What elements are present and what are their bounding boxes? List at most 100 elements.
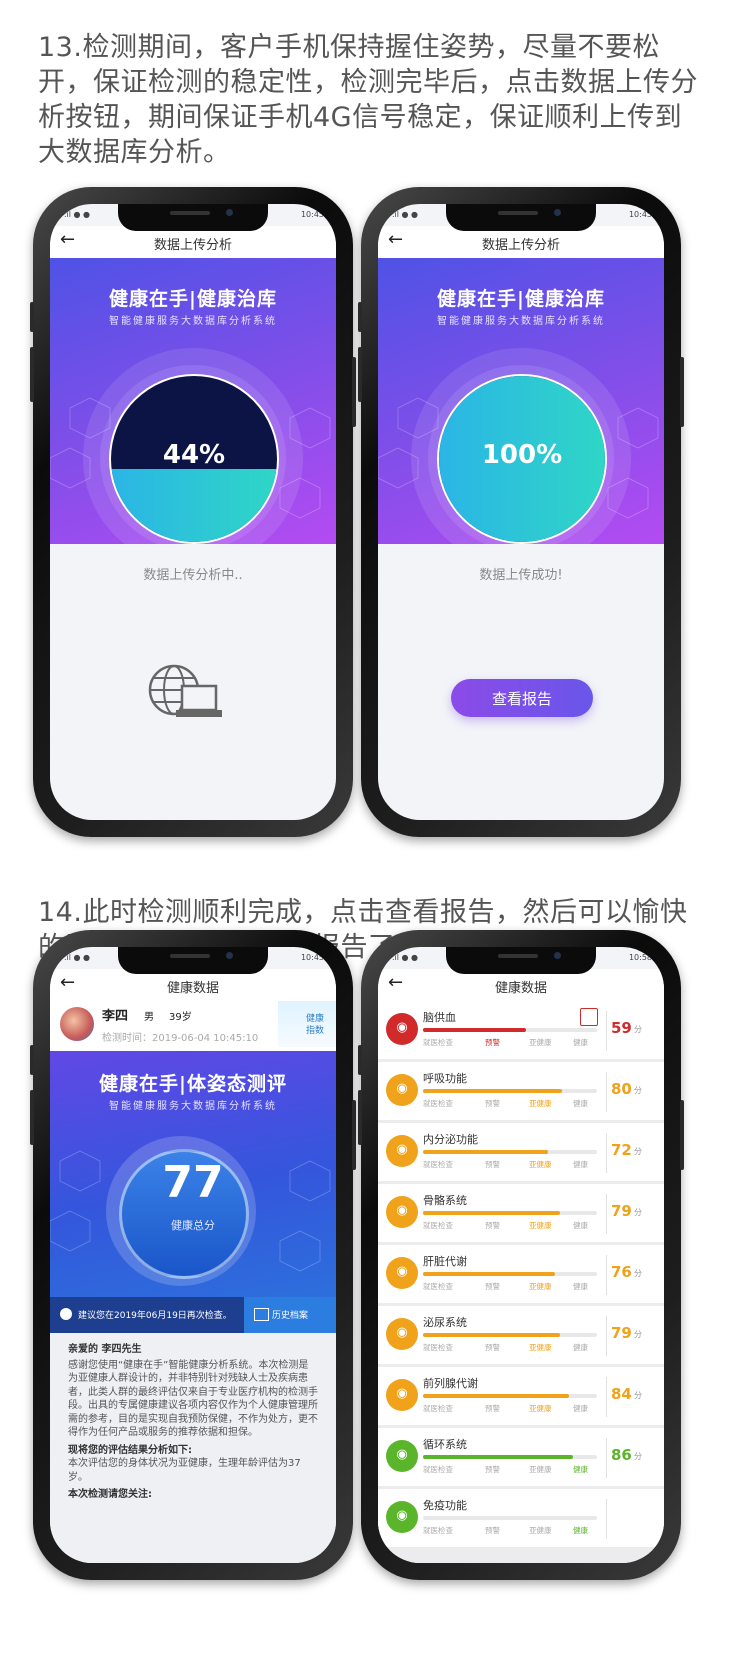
health-item-bar: [423, 1272, 556, 1276]
brain-icon: ◉: [386, 1013, 418, 1045]
scale-label: 就医检查: [423, 1343, 453, 1352]
scale-label: 预警: [485, 1221, 500, 1230]
score-unit: 分: [634, 1269, 642, 1278]
report-result: 本次评估您的身体状况为亚健康，生理年龄评估为37岁。: [68, 1458, 301, 1483]
status-time: 10:58: [628, 953, 652, 962]
report-intro: 感谢您使用“健康在手”智能健康分析系统。本次检测是为亚健康人群设计的，并非特别针…: [68, 1359, 318, 1439]
notch: [446, 204, 596, 231]
scale-label: 就医检查: [423, 1099, 453, 1108]
health-index-badge[interactable]: 健康指数: [278, 1001, 336, 1047]
scale-label: 亚健康: [529, 1099, 552, 1108]
health-item-row[interactable]: ◉ 循环系统 就医检查 预警 亚健康 健康 86 分: [378, 1428, 664, 1486]
report-greeting: 亲爱的 李四先生: [68, 1344, 142, 1355]
health-item-row[interactable]: ◉ 前列腺代谢 就医检查 预警 亚健康 健康 84 分: [378, 1367, 664, 1425]
health-item-name: 骨骼系统: [423, 1194, 467, 1207]
scale-label: 预警: [485, 1526, 500, 1535]
health-item-score: 79: [611, 1324, 632, 1342]
recheck-icon: [60, 1308, 72, 1320]
scale-label: 就医检查: [423, 1221, 453, 1230]
history-button[interactable]: 历史档案: [244, 1297, 336, 1333]
page-title: 健康数据: [166, 981, 219, 996]
scale-label: 健康: [573, 1099, 588, 1108]
scale-label: 亚健康: [529, 1038, 552, 1047]
history-label: 历史档案: [272, 1311, 309, 1321]
signal-icon: .ıl ● ●: [392, 953, 419, 962]
score-banner: 健康在手|体姿态测评 智能健康服务大数据库分析系统 77 健康总分: [50, 1051, 336, 1297]
progress-percent: 44%: [162, 440, 226, 470]
health-score-label: 健康总分: [171, 1219, 215, 1232]
health-item-name: 呼吸功能: [423, 1072, 467, 1085]
health-item-row[interactable]: ◉ 肝脏代谢 就医检查 预警 亚健康 健康 76 分: [378, 1245, 664, 1303]
health-item-row[interactable]: ◉ 免疫功能 就医检查 预警 亚健康 健康: [378, 1489, 664, 1547]
score-unit: 分: [634, 1086, 642, 1095]
lungs-icon: ◉: [386, 1074, 418, 1106]
health-item-score: 79: [611, 1202, 632, 1220]
health-item-name: 前列腺代谢: [423, 1377, 478, 1390]
health-item-score: 59: [611, 1019, 632, 1037]
status-time: 10:45: [628, 210, 652, 219]
trend-chart-icon[interactable]: [580, 1008, 598, 1026]
health-item-row[interactable]: ◉ 脑供血 就医检查 预警 亚健康 健康 59 分: [378, 1001, 664, 1059]
health-item-name: 内分泌功能: [423, 1133, 478, 1146]
screen: .ıl ● ● 10:45 ← 数据上传分析 健康在手|健康治库 智能健康服务大…: [50, 204, 336, 820]
scale-label: 预警: [485, 1404, 500, 1413]
step-13-text: 13.检测期间，客户手机保持握住姿势，尽量不要松开，保证检测的稳定性，检测完毕后…: [38, 32, 698, 168]
health-item-track: [423, 1272, 597, 1276]
globe-laptop-icon: [148, 664, 222, 717]
scale-label: 亚健康: [529, 1526, 552, 1535]
scale-label: 健康: [573, 1221, 588, 1230]
health-item-row[interactable]: ◉ 内分泌功能 就医检查 预警 亚健康 健康 72 分: [378, 1123, 664, 1181]
health-item-track: [423, 1333, 597, 1337]
health-item-name: 肝脏代谢: [423, 1255, 467, 1268]
phone-health-detail: .ıl ● ● 10:58 ← 健康数据 ◉ 脑供血 就医检查 预警 亚健康 健康 59 分 ◉…: [358, 930, 684, 1580]
scale-label: 健康: [573, 1038, 588, 1047]
report-body: 亲爱的 李四先生 感谢您使用“健康在手”智能健康分析系统。本次检测是为亚健康人群…: [50, 1333, 336, 1563]
brand-title: 健康在手|健康治库: [437, 288, 605, 310]
scale-label: 预警: [485, 1343, 500, 1352]
phone-upload-progress: .ıl ● ● 10:45 ← 数据上传分析 健康在手|健康治库 智能健康服务大…: [30, 187, 356, 837]
health-item-row[interactable]: ◉ 骨骼系统 就医检查 预警 亚健康 健康 79 分: [378, 1184, 664, 1242]
score-unit: 分: [634, 1391, 642, 1400]
view-report-button[interactable]: 查看报告: [451, 679, 593, 717]
report-attention-heading: 本次检测请您关注:: [68, 1489, 152, 1500]
health-item-score: 76: [611, 1263, 632, 1281]
health-item-bar: [423, 1333, 561, 1337]
health-item-bar: [423, 1455, 573, 1459]
health-item-row[interactable]: ◉ 泌尿系统 就医检查 预警 亚健康 健康 79 分: [378, 1306, 664, 1364]
progress-percent: 100%: [481, 440, 563, 470]
recheck-text: 建议您在2019年06月19日再次检查。: [78, 1311, 232, 1321]
progress-fill: [111, 468, 277, 542]
user-gender: 男: [144, 1012, 154, 1023]
phone-upload-done: .ıl ● ● 10:45 ← 数据上传分析 健康在手|健康治库 智能健康服务大…: [358, 187, 684, 837]
health-item-track: [423, 1089, 597, 1093]
recheck-suggestion: 建议您在2019年06月19日再次检查。: [50, 1297, 244, 1333]
scale-label: 健康: [573, 1160, 588, 1169]
score-unit: 分: [634, 1208, 642, 1217]
health-item-track: [423, 1394, 597, 1398]
heart-icon: ◉: [386, 1440, 418, 1472]
scale-label: 健康: [573, 1526, 588, 1535]
user-name: 李四: [102, 1009, 129, 1024]
liver-icon: ◉: [386, 1257, 418, 1289]
status-time: 10:45: [300, 953, 324, 962]
brand-title: 健康在手|体姿态测评: [99, 1073, 287, 1095]
score-unit: 分: [634, 1330, 642, 1339]
health-item-bar: [423, 1150, 549, 1154]
kidney-icon: ◉: [386, 1318, 418, 1350]
bone-icon: ◉: [386, 1196, 418, 1228]
scale-label: 亚健康: [529, 1404, 552, 1413]
health-item-row[interactable]: ◉ 呼吸功能 就医检查 预警 亚健康 健康 80 分: [378, 1062, 664, 1120]
scale-label: 健康: [573, 1343, 588, 1352]
health-item-track: [423, 1516, 597, 1520]
health-item-score: 72: [611, 1141, 632, 1159]
page-title: 数据上传分析: [481, 238, 560, 253]
brand-title: 健康在手|健康治库: [109, 288, 277, 310]
brand-subtitle: 智能健康服务大数据库分析系统: [109, 1101, 277, 1112]
notch: [446, 947, 596, 974]
hero-banner: 健康在手|健康治库 智能健康服务大数据库分析系统 100%: [378, 258, 664, 544]
signal-icon: .ıl ● ●: [64, 210, 91, 219]
notch: [118, 947, 268, 974]
health-item-bar: [423, 1028, 526, 1032]
prostate-icon: ◉: [386, 1379, 418, 1411]
signal-icon: .ıl ● ●: [64, 953, 91, 962]
